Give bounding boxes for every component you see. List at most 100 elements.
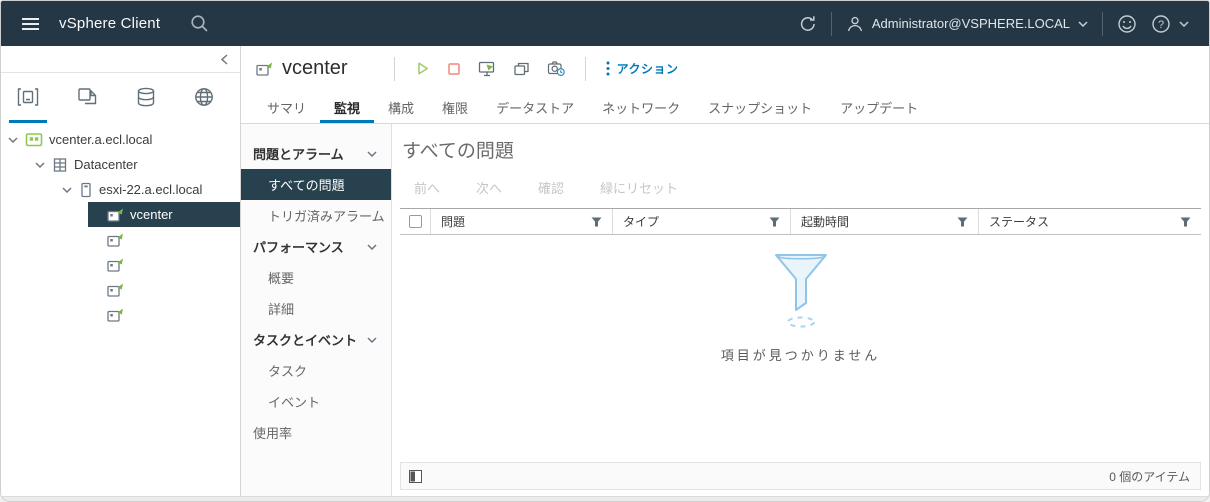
tab-データストア[interactable]: データストア [482,91,588,123]
kebab-icon [606,61,610,76]
tree-item-vcenter.a.ecl.local[interactable]: vcenter.a.ecl.local [7,127,240,152]
shutdown-guest-button[interactable] [447,62,461,76]
tree-expander-icon[interactable] [61,186,73,193]
refresh-button[interactable] [799,15,817,33]
tree-item[interactable] [88,302,240,327]
issues-toolbar: 前へ 次へ 確認 緑にリセット [400,163,1201,208]
divider [393,56,395,81]
monitor-nav-item-タスク[interactable]: タスク [241,355,391,386]
object-tab-networking[interactable] [186,85,222,123]
tree-item[interactable] [88,252,240,277]
filter-icon[interactable] [769,217,780,227]
help-menu[interactable]: ? [1151,14,1189,34]
monitor-nav-section-タスクとイベント[interactable]: タスクとイベント [241,324,391,355]
tree-item-vcenter[interactable]: vcenter [88,202,240,227]
inventory-sidebar: vcenter.a.ecl.local Datacenter esxi-22.a.e… [1,46,241,496]
column-header-ステータス[interactable]: ステータス [978,209,1201,234]
column-manager-button[interactable] [409,469,422,483]
vm-icon [106,282,124,298]
feedback-smiley-button[interactable] [1117,14,1137,34]
object-tabs-bar: サマリ 監視 構成 権限 データストア ネットワーク スナップショット アップデート [241,91,1209,124]
chevron-down-icon [367,243,377,250]
nav-section-label: タスクとイベント [253,333,358,348]
actions-menu-button[interactable]: アクション [606,60,679,77]
tab-権限[interactable]: 権限 [428,91,482,123]
grid-footer: 0 個のアイテム [400,463,1201,490]
power-on-icon [415,61,430,76]
column-header-タイプ[interactable]: タイプ [612,209,790,234]
toolbar-button-前へ[interactable]: 前へ [414,178,440,197]
open-console-button[interactable] [478,60,496,77]
column-header-label: タイプ [623,215,660,229]
monitor-nav-section-パフォーマンス[interactable]: パフォーマンス [241,231,391,262]
collapse-sidebar-button[interactable] [221,53,228,65]
topbar-right: Administrator@VSPHERE.LOCAL ? [799,11,1209,36]
toolbar-button-確認[interactable]: 確認 [538,178,564,197]
tree-item-Datacenter[interactable]: Datacenter [34,152,240,177]
main-menu-button[interactable] [1,17,59,31]
tab-ネットワーク[interactable]: ネットワーク [588,91,694,123]
divider [584,56,586,81]
vm-action-toolbar [415,60,565,77]
select-all-checkbox[interactable] [408,215,422,228]
tree-item[interactable] [88,227,240,252]
svg-text:?: ? [1158,19,1164,31]
items-count: 0 個のアイテム [1109,469,1190,484]
column-header-起動時間[interactable]: 起動時間 [790,209,978,234]
monitor-nav-item-すべての問題[interactable]: すべての問題 [241,169,391,200]
monitor-nav-item-トリガ済みアラーム[interactable]: トリガ済みアラーム [241,200,391,231]
toolbar-button-次へ[interactable]: 次へ [476,178,502,197]
power-on-button[interactable] [415,61,430,76]
toolbar-button-緑にリセット[interactable]: 緑にリセット [600,178,678,197]
vcenter-icon [25,131,43,148]
tab-アップデート[interactable]: アップデート [826,91,932,123]
monitor-nav-item-詳細[interactable]: 詳細 [241,293,391,324]
panel-title: すべての問題 [402,141,514,162]
user-icon [846,15,864,33]
monitor-nav-item-イベント[interactable]: イベント [241,386,391,417]
chevron-down-icon [1179,20,1189,27]
tree-expander-icon[interactable] [7,136,19,143]
take-snapshot-button[interactable] [547,60,565,77]
monitor-nav-item-使用率[interactable]: 使用率 [241,417,391,448]
empty-filter-funnel-icon [766,247,836,333]
filter-icon[interactable] [591,217,602,227]
monitor-nav-item-概要[interactable]: 概要 [241,262,391,293]
tree-item-esxi-22.a.ecl.local[interactable]: esxi-22.a.ecl.local [61,177,240,202]
tab-スナップショット[interactable]: スナップショット [694,91,826,123]
monitor-nav-section-問題とアラーム[interactable]: 問題とアラーム [241,138,391,169]
column-header-label: 問題 [441,215,466,229]
divider [1102,11,1103,36]
column-header-label: 起動時間 [801,215,850,229]
tab-監視[interactable]: 監視 [320,91,374,123]
hosts-and-clusters-icon [16,86,40,108]
column-header-問題[interactable]: 問題 [430,209,612,234]
datacenter-icon [52,157,68,173]
empty-message: 項目が見つかりません [720,348,881,363]
app-body: vcenter.a.ecl.local Datacenter esxi-22.a.e… [1,46,1209,496]
user-menu-label: Administrator@VSPHERE.LOCAL [871,16,1070,31]
vm-icon [255,61,273,77]
search-button[interactable] [190,14,209,33]
chevron-down-icon [1078,20,1088,27]
open-console-icon [478,60,496,77]
tree-item[interactable] [88,277,240,302]
object-tab-vms-and-templates[interactable] [69,85,106,123]
column-header-label: ステータス [989,215,1050,229]
storage-icon [135,86,157,108]
issues-grid: 問題 タイプ 起動時間 ステータス 項目が見つかりません 0 個のアイテム [400,208,1201,490]
launch-remote-console-button[interactable] [513,61,530,77]
filter-icon[interactable] [1180,217,1191,227]
object-tab-hosts-and-clusters[interactable] [9,85,47,123]
tree-item-label: esxi-22.a.ecl.local [99,182,203,197]
user-menu[interactable]: Administrator@VSPHERE.LOCAL [846,15,1088,33]
tab-サマリ[interactable]: サマリ [253,91,320,123]
content-row: 問題とアラーム すべての問題 トリガ済みアラーム パフォーマンス 概要 詳細 タスクとイベン… [241,124,1209,496]
tree-expander-icon[interactable] [34,161,46,168]
filter-icon[interactable] [957,217,968,227]
tab-構成[interactable]: 構成 [374,91,428,123]
object-tab-storage[interactable] [128,85,164,123]
vsphere-client-window: vSphere Client Administrator@VSPHERE.LOC… [0,0,1210,502]
vm-icon [106,207,124,223]
take-snapshot-icon [547,60,565,77]
